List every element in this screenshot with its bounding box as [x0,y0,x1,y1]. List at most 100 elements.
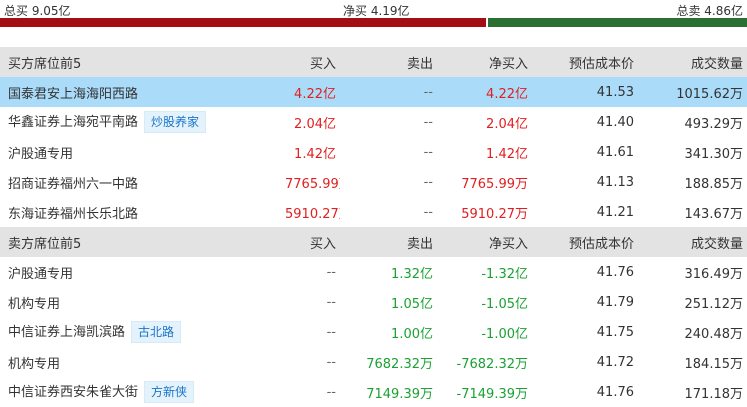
volume-cell: 1015.62万 [676,86,743,102]
seat-name[interactable]: 招商证券福州六一中路 [8,177,138,192]
seat-name-cell[interactable]: 机构专用 [0,287,285,317]
est-cost-cell: 41.40 [596,114,634,130]
seat-name[interactable]: 机构专用 [8,297,60,312]
seat-name-cell[interactable]: 中信证券西安朱雀大街 方新侠 [0,377,285,407]
net-buy-label: 净买 4.19亿 [343,4,410,18]
sell-header-row: 卖方席位前5 买入 卖出 净买入 预估成本价 成交数量 [0,227,747,257]
volume-cell: 493.29万 [684,116,744,132]
net-buy-cell: 5910.27万 [461,206,528,222]
buy-amount-cell: 4.22亿 [294,86,336,102]
est-cost-cell: 41.72 [596,354,634,370]
col-header-volume: 成交数量 [690,236,743,252]
trader-tag[interactable]: 炒股养家 [144,111,207,133]
seat-name[interactable]: 华鑫证券上海宛平南路 [8,115,138,130]
col-header-buy: 买入 [309,236,336,252]
sell-ratio-segment [487,18,747,27]
seat-row[interactable]: 机构专用 -- 7682.32万 -7682.32万 41.72 184.15万 [0,347,747,377]
seat-name-cell[interactable]: 国泰君安上海海阳西路 [0,77,285,107]
buy-section: 买方席位前5 买入 卖出 净买入 预估成本价 成交数量 国泰君安上海海阳西路 4.… [0,47,747,227]
total-buy-label: 总买 9.05亿 [4,4,71,18]
sell-section: 卖方席位前5 买入 卖出 净买入 预估成本价 成交数量 沪股通专用 -- 1.32亿… [0,227,747,407]
seat-row[interactable]: 中信证券西安朱雀大街 方新侠 -- 7149.39万 -7149.39万 41.76 171… [0,377,747,407]
seat-row[interactable]: 招商证券福州六一中路 7765.99万 -- 7765.99万 41.13 188.85万 [0,167,747,197]
volume-cell: 143.67万 [684,206,744,222]
buy-amount-cell: 7765.99万 [285,176,340,192]
buy-header-row: 买方席位前5 买入 卖出 净买入 预估成本价 成交数量 [0,47,747,77]
seat-name[interactable]: 机构专用 [8,357,60,372]
sell-amount-cell: 1.32亿 [391,266,433,282]
col-header-cost: 预估成本价 [568,56,634,72]
est-cost-cell: 41.61 [596,144,634,160]
est-cost-cell: 41.75 [596,324,634,340]
seat-row[interactable]: 华鑫证券上海宛平南路 炒股养家 2.04亿 -- 2.04亿 41.40 493.29万 [0,107,747,137]
est-cost-cell: 41.13 [596,174,634,190]
total-sell-label: 总卖 4.86亿 [676,4,743,18]
seat-row[interactable]: 中信证券上海凯滨路 古北路 -- 1.00亿 -1.00亿 41.75 240.48万 [0,317,747,347]
seat-name[interactable]: 国泰君安上海海阳西路 [8,87,138,102]
volume-cell: 171.18万 [684,386,744,402]
buy-amount-cell: 1.42亿 [294,146,336,162]
col-header-sell: 卖出 [406,236,433,252]
net-buy-cell: 1.42亿 [486,146,528,162]
volume-cell: 316.49万 [684,266,744,282]
seat-name-cell[interactable]: 沪股通专用 [0,257,285,287]
sell-amount-cell: -- [423,204,433,220]
seat-name-cell[interactable]: 华鑫证券上海宛平南路 炒股养家 [0,107,285,137]
sell-amount-cell: 7682.32万 [366,356,433,372]
est-cost-cell: 41.53 [596,84,634,100]
seat-name-cell[interactable]: 机构专用 [0,347,285,377]
sell-amount-cell: 1.00亿 [391,326,433,342]
seat-row[interactable]: 国泰君安上海海阳西路 4.22亿 -- 4.22亿 41.53 1015.62万 [0,77,747,107]
est-cost-cell: 41.79 [596,294,634,310]
col-header-volume: 成交数量 [690,56,743,72]
seat-row[interactable]: 机构专用 -- 1.05亿 -1.05亿 41.79 251.12万 [0,287,747,317]
seat-name-cell[interactable]: 东海证券福州长乐北路 [0,197,285,227]
seat-name[interactable]: 中信证券西安朱雀大街 [8,385,138,400]
seat-name[interactable]: 沪股通专用 [8,267,73,282]
col-header-seat: 买方席位前5 [8,56,82,72]
volume-cell: 341.30万 [684,146,744,162]
seat-name[interactable]: 沪股通专用 [8,147,73,162]
buy-amount-cell: -- [326,294,336,310]
buy-ratio-segment [0,18,486,27]
seat-row[interactable]: 沪股通专用 1.42亿 -- 1.42亿 41.61 341.30万 [0,137,747,167]
net-buy-cell: -1.32亿 [481,266,528,282]
buy-amount-cell: -- [326,354,336,370]
net-buy-cell: -1.05亿 [481,296,528,312]
col-header-net: 净买入 [488,56,528,72]
sell-amount-cell: -- [423,174,433,190]
buy-amount-cell: -- [326,264,336,280]
net-buy-cell: 4.22亿 [486,86,528,102]
volume-cell: 188.85万 [684,176,744,192]
buy-amount-cell: -- [326,324,336,340]
trader-tag[interactable]: 古北路 [131,321,182,343]
seat-name-cell[interactable]: 招商证券福州六一中路 [0,167,285,197]
col-header-net: 净买入 [488,236,528,252]
seat-name-cell[interactable]: 中信证券上海凯滨路 古北路 [0,317,285,347]
est-cost-cell: 41.76 [596,384,634,400]
seat-row[interactable]: 沪股通专用 -- 1.32亿 -1.32亿 41.76 316.49万 [0,257,747,287]
col-header-cost: 预估成本价 [568,236,634,252]
est-cost-cell: 41.76 [596,264,634,280]
sell-amount-cell: 7149.39万 [366,386,433,402]
net-buy-cell: 2.04亿 [486,116,528,132]
sell-amount-cell: 1.05亿 [391,296,433,312]
volume-cell: 184.15万 [684,356,744,372]
volume-cell: 251.12万 [684,296,744,312]
col-header-sell: 卖出 [406,56,433,72]
net-buy-cell: -7149.39万 [456,386,528,402]
buy-amount-cell: 2.04亿 [294,116,336,132]
buy-amount-cell: 5910.27万 [285,206,340,222]
seat-name-cell[interactable]: 沪股通专用 [0,137,285,167]
col-header-seat: 卖方席位前5 [8,236,82,252]
seat-row[interactable]: 东海证券福州长乐北路 5910.27万 -- 5910.27万 41.21 143.67万 [0,197,747,227]
col-header-buy: 买入 [309,56,336,72]
summary-header: 总买 9.05亿 净买 4.19亿 总卖 4.86亿 [0,0,747,18]
seat-name[interactable]: 中信证券上海凯滨路 [8,325,125,340]
net-buy-cell: -7682.32万 [456,356,528,372]
sell-amount-cell: -- [423,114,433,130]
est-cost-cell: 41.21 [596,204,634,220]
seat-name[interactable]: 东海证券福州长乐北路 [8,207,138,222]
net-buy-cell: 7765.99万 [461,176,528,192]
sell-amount-cell: -- [423,84,433,100]
